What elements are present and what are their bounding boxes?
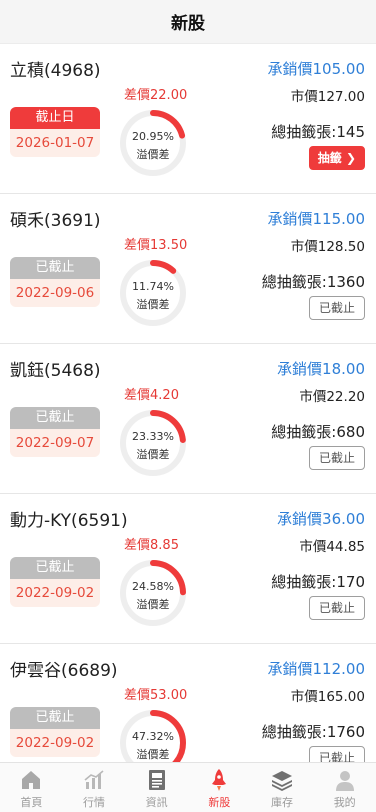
- price-spread: 差價53.00: [124, 688, 188, 703]
- underwrite-price: 承銷價36.00: [277, 510, 365, 528]
- stock-name: 動力-KY(6591): [10, 511, 128, 531]
- deadline-date: 2022-09-02: [10, 729, 100, 757]
- closed-button[interactable]: 已截止: [309, 746, 365, 762]
- status-badge: 已截止 2022-09-02: [10, 557, 100, 607]
- premium-percent: 23.33%: [132, 430, 174, 443]
- premium-label: 溢價差: [136, 448, 170, 461]
- closed-button[interactable]: 已截止: [309, 446, 365, 470]
- total-lots: 總抽籤張:1360: [261, 273, 365, 291]
- status-label: 已截止: [10, 707, 100, 729]
- premium-percent: 20.95%: [132, 130, 174, 143]
- tab-label: 我的: [333, 796, 356, 809]
- premium-label: 溢價差: [136, 298, 170, 311]
- status-label: 已截止: [10, 557, 100, 579]
- layers-icon: [272, 771, 293, 791]
- premium-percent: 24.58%: [132, 580, 174, 593]
- ipo-card[interactable]: 伊雲谷(6689) 承銷價112.00 市價165.00 差價53.00 已截止…: [0, 644, 376, 762]
- status-badge: 已截止 2022-09-02: [10, 707, 100, 757]
- page-title: 新股: [171, 14, 205, 34]
- underwrite-price: 承銷價112.00: [267, 660, 365, 678]
- tab-label: 新股: [208, 796, 231, 809]
- stock-name: 碩禾(3691): [10, 211, 101, 231]
- premium-percent: 47.32%: [132, 730, 174, 743]
- bottom-tab-bar: 首頁 行情 資訊 新股 庫存 我的: [0, 762, 376, 812]
- premium-label: 溢價差: [136, 148, 170, 161]
- deadline-date: 2022-09-07: [10, 429, 100, 457]
- ipo-card[interactable]: 碩禾(3691) 承銷價115.00 市價128.50 差價13.50 已截止 …: [0, 194, 376, 344]
- market-price: 市價127.00: [290, 89, 365, 105]
- underwrite-price: 承銷價18.00: [277, 360, 365, 378]
- news-icon: [148, 770, 165, 790]
- user-icon: [335, 771, 354, 791]
- stock-name: 立積(4968): [10, 61, 101, 81]
- underwrite-price: 承銷價115.00: [267, 210, 365, 228]
- stock-name: 伊雲谷(6689): [10, 661, 118, 681]
- deadline-date: 2022-09-06: [10, 279, 100, 307]
- total-lots: 總抽籤張:170: [271, 573, 365, 591]
- premium-gauge: 11.74% 溢價差: [119, 259, 187, 327]
- status-badge: 截止日 2026-01-07: [10, 107, 100, 157]
- status-label: 已截止: [10, 257, 100, 279]
- underwrite-price: 承銷價105.00: [267, 60, 365, 78]
- tab-market[interactable]: 行情: [63, 763, 126, 812]
- status-label: 已截止: [10, 407, 100, 429]
- tab-profile[interactable]: 我的: [313, 763, 376, 812]
- tab-inventory[interactable]: 庫存: [251, 763, 314, 812]
- stock-name: 凱鈺(5468): [10, 361, 101, 381]
- market-price: 市價44.85: [299, 539, 365, 555]
- total-lots: 總抽籤張:145: [271, 123, 365, 141]
- price-spread: 差價22.00: [124, 88, 188, 103]
- tab-ipo[interactable]: 新股: [188, 763, 251, 812]
- tab-news[interactable]: 資訊: [125, 763, 188, 812]
- total-lots: 總抽籤張:1760: [261, 723, 365, 741]
- status-label: 截止日: [10, 107, 100, 129]
- deadline-date: 2022-09-02: [10, 579, 100, 607]
- status-badge: 已截止 2022-09-06: [10, 257, 100, 307]
- market-price: 市價22.20: [299, 389, 365, 405]
- premium-label: 溢價差: [136, 598, 170, 611]
- ipo-card[interactable]: 動力-KY(6591) 承銷價36.00 市價44.85 差價8.85 已截止 …: [0, 494, 376, 644]
- premium-percent: 11.74%: [132, 280, 174, 293]
- chart-icon: [84, 770, 104, 789]
- deadline-date: 2026-01-07: [10, 129, 100, 157]
- home-icon: [22, 771, 41, 789]
- tab-label: 行情: [83, 796, 105, 809]
- tab-home[interactable]: 首頁: [0, 763, 63, 812]
- total-lots: 總抽籤張:680: [271, 423, 365, 441]
- tab-label: 資訊: [145, 796, 168, 809]
- market-price: 市價128.50: [290, 239, 365, 255]
- market-price: 市價165.00: [290, 689, 365, 705]
- ipo-card[interactable]: 立積(4968) 承銷價105.00 市價127.00 差價22.00 截止日 …: [0, 44, 376, 194]
- status-badge: 已截止 2022-09-07: [10, 407, 100, 457]
- premium-gauge: 20.95% 溢價差: [119, 109, 187, 177]
- closed-button[interactable]: 已截止: [309, 596, 365, 620]
- tab-label: 首頁: [20, 796, 43, 809]
- ipo-list[interactable]: 立積(4968) 承銷價105.00 市價127.00 差價22.00 截止日 …: [0, 44, 376, 762]
- premium-gauge: 47.32% 溢價差: [119, 709, 187, 762]
- rocket-icon: [212, 769, 227, 791]
- ipo-card[interactable]: 凱鈺(5468) 承銷價18.00 市價22.20 差價4.20 已截止 202…: [0, 344, 376, 494]
- price-spread: 差價8.85: [124, 538, 179, 553]
- premium-label: 溢價差: [136, 748, 170, 761]
- premium-gauge: 23.33% 溢價差: [119, 409, 187, 477]
- tab-label: 庫存: [271, 796, 294, 809]
- price-spread: 差價13.50: [124, 238, 188, 253]
- draw-button[interactable]: 抽籤 ❯: [308, 146, 365, 170]
- price-spread: 差價4.20: [124, 388, 179, 403]
- premium-gauge: 24.58% 溢價差: [119, 559, 187, 627]
- closed-button[interactable]: 已截止: [309, 296, 365, 320]
- top-header: 新股: [0, 0, 376, 44]
